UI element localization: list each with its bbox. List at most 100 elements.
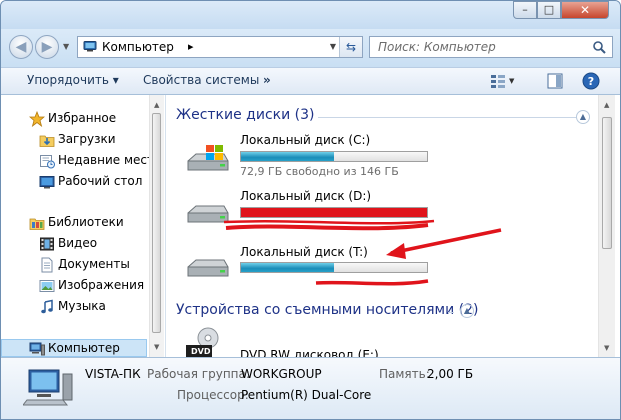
sidebar-item-label: Музыка xyxy=(58,299,106,313)
minimize-button[interactable]: – xyxy=(513,1,537,19)
drive-name[interactable]: Локальный диск (T:) xyxy=(240,245,368,259)
navigation-bar: ◀ ▶ ▼ Компьютер ▸ ▼ ⇆ Поиск: Компьютер xyxy=(1,29,620,67)
sidebar-item-documents[interactable]: Документы xyxy=(1,255,151,275)
pictures-icon xyxy=(39,280,55,292)
address-bar[interactable]: Компьютер ▸ ▼ ⇆ xyxy=(77,36,363,58)
help-icon[interactable]: ? xyxy=(582,72,600,90)
view-options-icon[interactable] xyxy=(489,72,507,90)
close-button[interactable]: ✕ xyxy=(561,1,609,19)
sidebar-item-label: Документы xyxy=(58,257,130,271)
sidebar-item-downloads[interactable]: Загрузки xyxy=(1,130,151,150)
address-separator[interactable]: ▸ xyxy=(188,40,194,53)
dvd-badge: DVD xyxy=(191,347,211,356)
downloads-folder-icon xyxy=(39,135,55,147)
view-dropdown-icon[interactable]: ▼ xyxy=(509,77,514,85)
forward-button[interactable]: ▶ xyxy=(35,35,59,59)
organize-button[interactable]: Упорядочить ▾ xyxy=(27,73,119,87)
memory-label: Память: xyxy=(379,367,430,381)
content-pane-scrollbar[interactable]: ▲ ▼ xyxy=(598,95,615,357)
address-location[interactable]: Компьютер xyxy=(102,40,174,54)
annotation-arrowhead xyxy=(386,243,406,259)
address-dropdown-icon[interactable]: ▼ xyxy=(330,42,336,51)
scroll-up-icon[interactable]: ▲ xyxy=(604,101,609,109)
explorer-window: – □ ✕ ◀ ▶ ▼ Компьютер ▸ ▼ ⇆ Поиск: Компь… xyxy=(0,0,621,420)
processor-label: Процессор: xyxy=(177,388,249,402)
recent-places-icon xyxy=(40,155,55,169)
drive-icon[interactable] xyxy=(184,253,230,287)
annotation-arrow xyxy=(390,228,502,255)
sidebar-item-favorites[interactable]: Избранное xyxy=(1,109,151,129)
annotation-scribble xyxy=(223,219,435,225)
sidebar-item-computer[interactable]: Компьютер xyxy=(1,339,151,357)
sidebar-item-libraries[interactable]: Библиотеки xyxy=(1,213,151,233)
music-icon xyxy=(41,299,53,314)
drive-usage-fill xyxy=(241,152,334,161)
preview-pane-icon[interactable] xyxy=(546,72,564,90)
sidebar-item-label: Рабочий стол xyxy=(58,174,143,188)
drive-icon[interactable] xyxy=(184,199,230,233)
processor-value: Pentium(R) Dual-Core xyxy=(241,388,372,402)
star-icon xyxy=(29,111,45,127)
drive-usage-fill xyxy=(241,263,334,272)
workgroup-label: Рабочая группа: xyxy=(147,367,250,381)
sidebar-item-music[interactable]: Музыка xyxy=(1,297,151,317)
libraries-icon xyxy=(29,218,45,230)
video-icon xyxy=(40,237,54,251)
sidebar-item-recent-places[interactable]: Недавние места xyxy=(1,151,161,171)
dvd-drive-name[interactable]: DVD RW дисковод (E:) xyxy=(240,348,379,357)
system-drive-icon[interactable] xyxy=(184,143,230,177)
documents-icon xyxy=(41,257,53,273)
drive-usage-fill xyxy=(241,208,427,217)
computer-name: VISTA-ПК xyxy=(85,367,141,381)
search-box[interactable]: Поиск: Компьютер xyxy=(369,36,613,58)
drive-usage-bar xyxy=(240,262,428,273)
system-properties-button[interactable]: Свойства системы xyxy=(143,73,259,87)
scroll-thumb[interactable] xyxy=(602,117,612,249)
sidebar-item-label: Компьютер xyxy=(48,341,120,355)
sidebar-item-video[interactable]: Видео xyxy=(1,234,151,254)
scroll-down-icon[interactable]: ▼ xyxy=(604,344,609,352)
group-divider xyxy=(448,312,454,313)
scroll-thumb[interactable] xyxy=(152,113,161,333)
search-icon[interactable] xyxy=(592,40,606,54)
collapse-removable-icon[interactable]: ▲ xyxy=(460,304,474,318)
maximize-button[interactable]: □ xyxy=(537,1,561,19)
group-divider xyxy=(318,117,576,118)
content-pane: Жесткие диски (3) ▲ Локальный диск (C:) … xyxy=(166,95,620,357)
drive-usage-bar xyxy=(240,207,428,218)
drive-name[interactable]: Локальный диск (C:) xyxy=(240,133,370,147)
desktop-icon xyxy=(39,176,55,189)
workgroup-value: WORKGROUP xyxy=(241,367,322,381)
sidebar-item-label: Недавние места xyxy=(58,153,162,167)
svg-text:?: ? xyxy=(588,75,594,88)
sidebar-item-label: Избранное xyxy=(48,111,117,125)
refresh-button[interactable]: ⇆ xyxy=(339,37,362,57)
sidebar-item-label: Библиотеки xyxy=(48,215,124,229)
hard-drives-group-header[interactable]: Жесткие диски (3) xyxy=(176,107,314,123)
collapse-hard-drives-icon[interactable]: ▲ xyxy=(576,110,590,124)
navigation-pane: Избранное Загрузки Недавние места Рабочи… xyxy=(1,95,166,357)
navigation-pane-scrollbar[interactable]: ▲ ▼ xyxy=(149,95,164,357)
sidebar-item-desktop[interactable]: Рабочий стол xyxy=(1,172,151,192)
search-placeholder[interactable]: Поиск: Компьютер xyxy=(378,40,496,54)
scroll-up-icon[interactable]: ▲ xyxy=(154,101,159,109)
annotation-scribble xyxy=(315,279,429,286)
sidebar-item-label: Видео xyxy=(58,236,98,250)
memory-value: 2,00 ГБ xyxy=(427,367,474,381)
back-button[interactable]: ◀ xyxy=(9,35,33,59)
computer-icon xyxy=(23,369,73,406)
more-commands-button[interactable]: » xyxy=(263,73,271,87)
computer-icon xyxy=(83,41,97,52)
details-pane: VISTA-ПК Рабочая группа: WORKGROUP Памят… xyxy=(1,357,620,419)
sidebar-item-pictures[interactable]: Изображения xyxy=(1,276,151,296)
computer-icon xyxy=(29,342,45,356)
drive-name[interactable]: Локальный диск (D:) xyxy=(240,189,371,203)
recent-pages-dropdown-icon[interactable]: ▼ xyxy=(63,42,69,51)
title-bar[interactable]: – □ ✕ xyxy=(1,1,620,29)
removable-devices-group-header[interactable]: Устройства со съемными носителями (2) xyxy=(176,302,478,318)
sidebar-item-label: Изображения xyxy=(58,278,145,292)
drive-free-space: 72,9 ГБ свободно из 146 ГБ xyxy=(240,165,399,178)
drive-usage-bar xyxy=(240,151,428,162)
annotation-scribble xyxy=(225,223,429,231)
scroll-down-icon[interactable]: ▼ xyxy=(154,343,159,351)
